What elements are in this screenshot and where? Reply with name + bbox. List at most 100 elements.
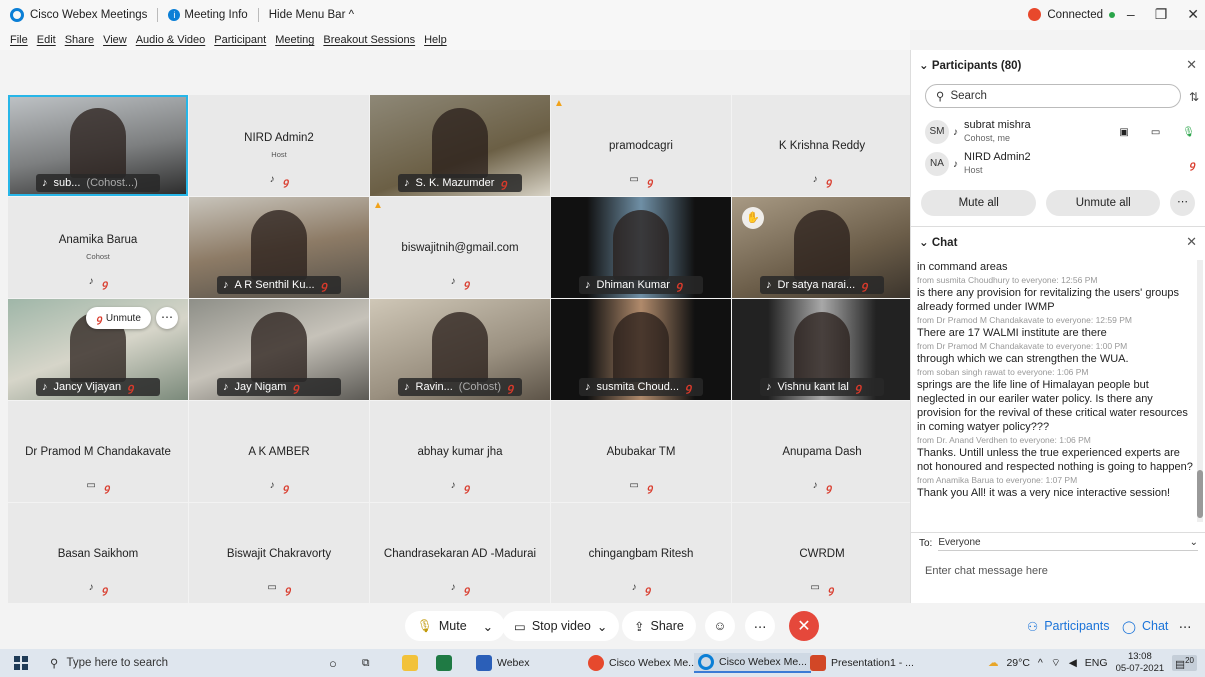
unmute-button[interactable]: ꝯ Unmute (86, 307, 151, 329)
windows-start-icon[interactable] (14, 656, 28, 670)
participant-tile[interactable]: Dr Pramod M Chandakavate ▭ ꝯ (8, 401, 188, 502)
close-icon[interactable]: ✕ (1187, 6, 1199, 23)
language-indicator[interactable]: ENG (1085, 657, 1108, 669)
participant-tile[interactable]: chingangbam Ritesh ♪ ꝯ (551, 503, 731, 604)
participant-tile[interactable]: Anupama Dash ♪ ꝯ (732, 401, 912, 502)
participants-button[interactable]: ⚇ Participants (1015, 611, 1122, 641)
notification-icon[interactable]: ▤20 (1172, 654, 1197, 672)
audio-icon: ♪ (223, 279, 229, 291)
taskbar-app-webex[interactable]: Webex (472, 653, 534, 673)
participants-header[interactable]: ⌄ Participants (80) ✕ (911, 50, 1205, 80)
participant-tile[interactable]: A K AMBER ♪ ꝯ (189, 401, 369, 502)
menu-item-participant[interactable]: Participant (214, 34, 266, 46)
more-options-icon[interactable]: ⋯ (745, 611, 775, 641)
video-icon[interactable]: ▭ (1151, 127, 1160, 138)
muted-microphone-icon: ꝯ (127, 381, 134, 394)
share-screen-icon[interactable]: ▣ (1119, 127, 1128, 138)
taskbar-app-webex-meeting[interactable]: Cisco Webex Me... (694, 653, 811, 673)
taskbar-app-powerpoint[interactable]: Presentation1 - ... (806, 653, 918, 673)
close-participants-icon[interactable]: ✕ (1186, 57, 1197, 73)
leave-meeting-button[interactable]: ✕ (789, 611, 819, 641)
participant-tile[interactable]: NIRD Admin2 Host ♪ ꝯ (189, 95, 369, 196)
stop-video-label: Stop video (531, 619, 591, 633)
file-explorer-icon[interactable] (398, 653, 422, 673)
menu-item-help[interactable]: Help (424, 34, 447, 46)
chat-message: Thank you All! it was a very nice intera… (917, 487, 1171, 499)
mute-button[interactable]: 🎙︎ Mute ⌄ (405, 611, 506, 641)
menu-item-view[interactable]: View (103, 34, 127, 46)
participant-tile[interactable]: ♪ S. K. Mazumder ꝯ (370, 95, 550, 196)
connection-status[interactable]: Connected (1028, 8, 1115, 21)
participant-tile[interactable]: Chandrasekaran AD -Madurai ♪ ꝯ (370, 503, 550, 604)
participant-tile[interactable]: ♪ Dr satya narai... ꝯ ✋ (732, 197, 912, 298)
participant-tile[interactable]: Anamika Barua Cohost ♪ ꝯ (8, 197, 188, 298)
participant-status-icons: ▭ ꝯ (189, 582, 369, 596)
scrollbar-thumb[interactable] (1197, 470, 1203, 518)
participant-tile[interactable]: ♪ sub... (Cohost...) (8, 95, 188, 196)
audio-icon: ♪ (269, 174, 275, 185)
mute-all-button[interactable]: Mute all (921, 190, 1037, 216)
weather-icon[interactable]: ☁ (988, 657, 999, 669)
chat-message-input[interactable]: Enter chat message here (925, 565, 1048, 577)
participant-tile[interactable]: ♪ Vishnu kant lal ꝯ (732, 299, 912, 400)
more-icon[interactable]: ⋯ (1170, 611, 1200, 641)
menu-item-meeting[interactable]: Meeting (275, 34, 314, 46)
participant-tile[interactable]: K Krishna Reddy ♪ ꝯ (732, 95, 912, 196)
participant-tile[interactable]: ♪ Jancy Vijayan ꝯ ꝯ Unmute ⋯ (8, 299, 188, 400)
chat-message: is there any provision for revitalizing … (917, 287, 1179, 313)
participant-tile[interactable]: Basan Saikhom ♪ ꝯ (8, 503, 188, 604)
chat-header[interactable]: ⌄ Chat ✕ (911, 227, 1205, 257)
muted-microphone-icon[interactable]: ꝯ (1189, 157, 1195, 171)
menu-item-audio-video[interactable]: Audio & Video (136, 34, 206, 46)
participant-tile[interactable]: CWRDM ▭ ꝯ (732, 503, 912, 604)
participant-name: NIRD Admin2 (244, 132, 314, 144)
participant-tile[interactable]: Biswajit Chakravorty ▭ ꝯ (189, 503, 369, 604)
restore-icon[interactable]: ❐ (1155, 6, 1168, 23)
participant-row[interactable]: NA ♪ NIRD Admin2 Host ꝯ (911, 148, 1205, 180)
chat-scrollbar[interactable] (1197, 260, 1203, 522)
unmute-all-button[interactable]: Unmute all (1046, 190, 1160, 216)
share-button[interactable]: ⇪ Share (622, 611, 696, 641)
participant-tile[interactable]: ♪ Jay Nigam ꝯ (189, 299, 369, 400)
audio-icon: ♪ (450, 276, 456, 287)
audio-icon: ♪ (766, 381, 772, 393)
stop-video-button[interactable]: ▭ Stop video ⌄ (502, 611, 620, 641)
recipient-select[interactable]: Everyone ⌄ (938, 537, 1198, 551)
task-view-icon[interactable]: ⧉ (358, 653, 374, 673)
participant-tile[interactable]: ♪ Dhiman Kumar ꝯ (551, 197, 731, 298)
title-divider (157, 8, 159, 22)
microphone-icon[interactable]: 🎙︎ (1182, 127, 1195, 138)
menu-item-breakout-sessions[interactable]: Breakout Sessions (323, 34, 415, 46)
participant-row[interactable]: SM ♪ subrat mishra Cohost, me ▣ ▭ 🎙︎ (911, 116, 1205, 148)
chevron-up-icon[interactable]: ^ (1038, 657, 1043, 669)
hide-menu-bar-button[interactable]: Hide Menu Bar ^ (269, 9, 354, 21)
sort-icon[interactable]: ⇅ (1189, 90, 1199, 104)
volume-icon[interactable]: ◀ (1069, 657, 1077, 669)
menu-item-edit[interactable]: Edit (37, 34, 56, 46)
participant-tile[interactable]: abhay kumar jha ♪ ꝯ (370, 401, 550, 502)
menu-item-share[interactable]: Share (65, 34, 94, 46)
more-options-icon[interactable]: ⋯ (156, 307, 178, 329)
participant-tile[interactable]: ♪ Ravin... (Cohost) ꝯ (370, 299, 550, 400)
participant-tile[interactable]: pramodcagri ▭ ꝯ ▲ (551, 95, 731, 196)
minimize-icon[interactable]: – (1127, 6, 1135, 23)
menu-item-file[interactable]: File (10, 34, 28, 46)
participant-tile[interactable]: Abubakar TM ▭ ꝯ (551, 401, 731, 502)
participant-tile[interactable]: ♪ susmita Choud... ꝯ (551, 299, 731, 400)
participants-title: ⌄ Participants (80) (919, 60, 1022, 72)
taskbar-app-chrome[interactable]: Cisco Webex Me... (584, 653, 701, 673)
participant-tile[interactable]: ♪ A R Senthil Ku... ꝯ (189, 197, 369, 298)
chat-sender: from Anamika Barua to everyone: 1:07 PM (917, 475, 1078, 485)
network-icon[interactable]: ⌔ (1051, 656, 1061, 670)
taskbar-search-input[interactable]: ⚲ Type here to search (42, 649, 322, 677)
meeting-info-button[interactable]: i Meeting Info (168, 9, 248, 21)
cortana-icon[interactable]: ○ (325, 653, 341, 673)
excel-icon[interactable] (432, 653, 456, 673)
participant-search-input[interactable]: ⚲ Search (925, 84, 1181, 108)
participant-tile[interactable]: biswajitnih@gmail.com ♪ ꝯ ▲ (370, 197, 550, 298)
reactions-icon[interactable]: ☺ (705, 611, 735, 641)
more-options-icon[interactable]: ⋯ (1169, 190, 1195, 216)
temperature[interactable]: 29°C (1006, 657, 1029, 669)
close-chat-icon[interactable]: ✕ (1186, 234, 1197, 250)
clock[interactable]: 13:08 05-07-2021 (1116, 651, 1165, 675)
